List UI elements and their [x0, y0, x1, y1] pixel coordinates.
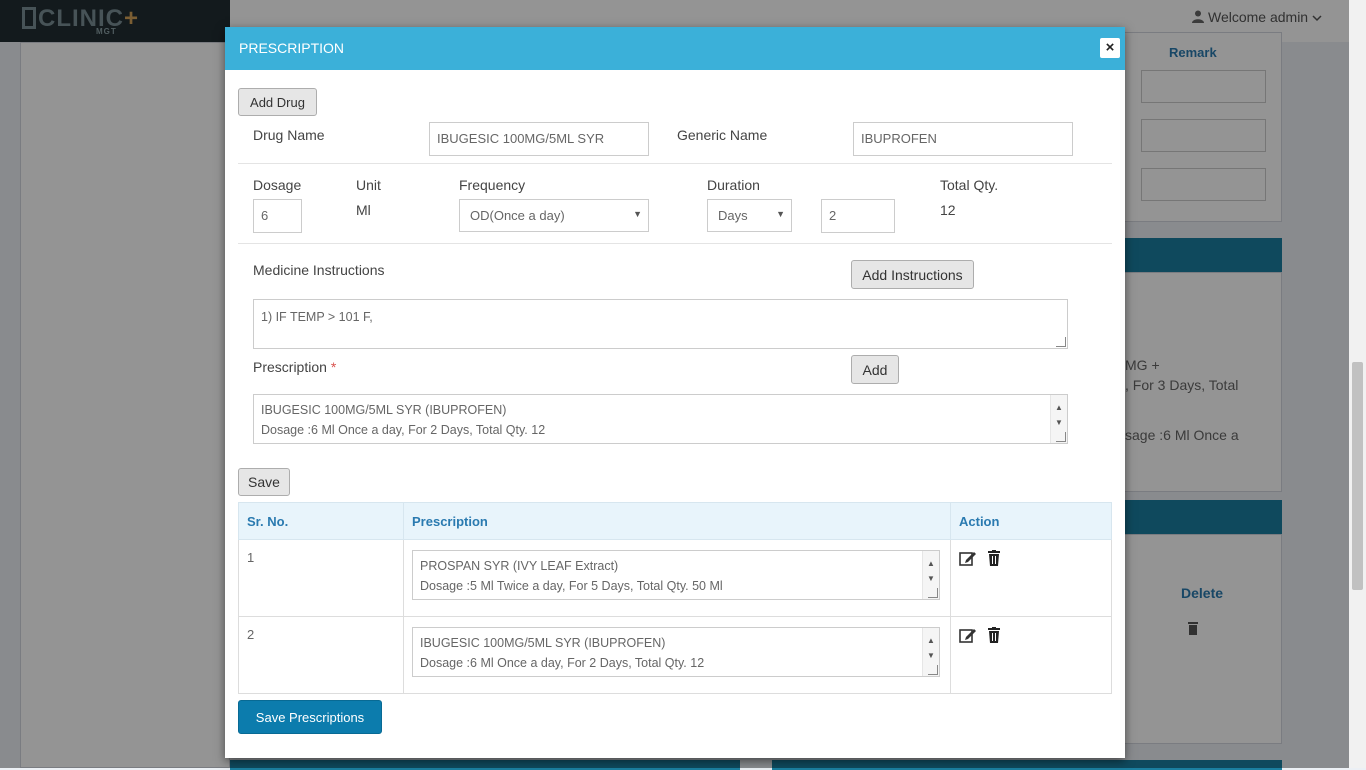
divider: [238, 243, 1112, 244]
duration-field[interactable]: 2: [821, 199, 895, 233]
table-header-row: Sr. No. Prescription Action: [238, 502, 1112, 540]
frequency-value: OD(Once a day): [470, 208, 565, 223]
prescription-cell: PROSPAN SYR (IVY LEAF Extract) Dosage :5…: [403, 539, 951, 617]
instructions-textarea[interactable]: 1) IF TEMP > 101 F,: [253, 299, 1068, 349]
divider: [238, 163, 1112, 164]
frequency-label: Frequency: [459, 177, 526, 193]
prescription-label: Prescription *: [253, 359, 336, 375]
sr-cell: 2: [238, 616, 404, 694]
generic-name-label: Generic Name: [677, 127, 768, 143]
duration-unit-select[interactable]: Days ▼: [707, 199, 792, 232]
dropdown-arrow-icon: ▼: [776, 209, 785, 219]
prescription-table: Sr. No. Prescription Action 1 PROSPAN SY…: [238, 502, 1112, 694]
save-prescriptions-button[interactable]: Save Prescriptions: [238, 700, 382, 734]
duration-label: Duration: [707, 177, 760, 193]
prescription-cell: IBUGESIC 100MG/5ML SYR (IBUPROFEN) Dosag…: [403, 616, 951, 694]
prescription-label-text: Prescription: [253, 359, 327, 375]
close-button[interactable]: ×: [1100, 38, 1120, 58]
table-row: 1 PROSPAN SYR (IVY LEAF Extract) Dosage …: [238, 539, 1112, 617]
trash-icon[interactable]: [985, 550, 1003, 566]
scroll-down-icon[interactable]: ▼: [1055, 413, 1063, 433]
modal-header: PRESCRIPTION ×: [225, 27, 1125, 70]
required-mark: *: [330, 359, 337, 375]
trash-icon[interactable]: [985, 627, 1003, 643]
column-header: Action: [950, 502, 1112, 540]
prescription-line: Dosage :6 Ml Once a day, For 2 Days, Tot…: [420, 656, 705, 670]
edit-icon[interactable]: [959, 627, 977, 643]
edit-icon[interactable]: [959, 550, 977, 566]
resize-handle-icon[interactable]: [928, 665, 938, 675]
resize-handle-icon[interactable]: [1056, 432, 1066, 442]
dosage-field[interactable]: 6: [253, 199, 302, 233]
prescription-line: Dosage :5 Ml Twice a day, For 5 Days, To…: [420, 579, 723, 593]
sr-cell: 1: [238, 539, 404, 617]
scrollbar-thumb[interactable]: [1352, 362, 1363, 590]
column-header: Prescription: [403, 502, 951, 540]
resize-handle-icon[interactable]: [1056, 337, 1066, 347]
prescription-line: IBUGESIC 100MG/5ML SYR (IBUPROFEN): [420, 636, 666, 650]
total-qty-value: 12: [940, 202, 956, 218]
total-qty-label: Total Qty.: [940, 177, 999, 193]
scroll-down-icon[interactable]: ▼: [927, 569, 935, 589]
dosage-label: Dosage: [253, 177, 302, 193]
resize-handle-icon[interactable]: [928, 588, 938, 598]
frequency-select[interactable]: OD(Once a day) ▼: [459, 199, 649, 232]
action-cell: [950, 539, 1112, 617]
scroll-down-icon[interactable]: ▼: [927, 646, 935, 666]
prescription-line: IBUGESIC 100MG/5ML SYR (IBUPROFEN): [261, 403, 507, 417]
modal-title: PRESCRIPTION: [239, 40, 345, 56]
prescription-line: PROSPAN SYR (IVY LEAF Extract): [420, 559, 619, 573]
action-cell: [950, 616, 1112, 694]
prescription-line: Dosage :6 Ml Once a day, For 2 Days, Tot…: [261, 423, 546, 437]
row-prescription-textarea[interactable]: PROSPAN SYR (IVY LEAF Extract) Dosage :5…: [412, 550, 940, 600]
add-instructions-button[interactable]: Add Instructions: [851, 260, 974, 289]
row-prescription-textarea[interactable]: IBUGESIC 100MG/5ML SYR (IBUPROFEN) Dosag…: [412, 627, 940, 677]
prescription-textarea[interactable]: IBUGESIC 100MG/5ML SYR (IBUPROFEN) Dosag…: [253, 394, 1068, 444]
drug-name-label: Drug Name: [253, 127, 325, 143]
generic-name-field[interactable]: IBUPROFEN: [853, 122, 1073, 156]
drug-name-field[interactable]: IBUGESIC 100MG/5ML SYR: [429, 122, 649, 156]
table-row: 2 IBUGESIC 100MG/5ML SYR (IBUPROFEN) Dos…: [238, 616, 1112, 694]
unit-label: Unit: [356, 177, 381, 193]
add-drug-button[interactable]: Add Drug: [238, 88, 317, 116]
column-header: Sr. No.: [238, 502, 404, 540]
unit-value: Ml: [356, 202, 371, 218]
instructions-label: Medicine Instructions: [253, 262, 385, 278]
save-button[interactable]: Save: [238, 468, 290, 496]
add-prescription-button[interactable]: Add: [851, 355, 899, 384]
page-scrollbar[interactable]: [1349, 0, 1366, 768]
instructions-text: 1) IF TEMP > 101 F,: [261, 310, 373, 324]
dropdown-arrow-icon: ▼: [633, 209, 642, 219]
duration-unit-value: Days: [718, 208, 748, 223]
